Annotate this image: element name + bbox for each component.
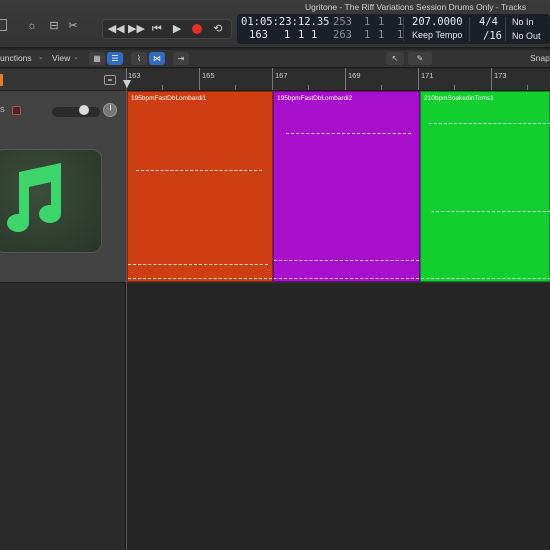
- tracks-toolbar: unctions ⌄ View ⌄ ▦ ☰ ⌇ ⋈ ⇥ ↖ ✎ Snap:: [0, 50, 550, 68]
- midi-notes: [429, 123, 550, 124]
- volume-slider-knob[interactable]: [79, 105, 89, 115]
- lcd-division: /16: [483, 30, 502, 42]
- lcd-bar-bottom: 263: [333, 29, 352, 41]
- cycle-button[interactable]: ⟲: [209, 21, 227, 37]
- go-to-start-button[interactable]: ⏮: [148, 21, 166, 37]
- view-menu[interactable]: View: [52, 53, 70, 63]
- ruler-bar-label: 163: [128, 71, 141, 80]
- midi-notes: [128, 278, 272, 279]
- track-icon[interactable]: [0, 149, 102, 253]
- lcd-midi-out: No Out: [512, 31, 541, 41]
- track-list-header: [0, 69, 126, 91]
- midi-notes: [128, 264, 268, 265]
- pencil-tool-icon[interactable]: ✎: [408, 52, 432, 65]
- lcd-separator: [469, 17, 470, 41]
- lcd-position-bar: 163: [249, 29, 268, 41]
- lcd-tempo: 207.0000: [412, 16, 463, 28]
- solo-button[interactable]: S: [0, 107, 5, 114]
- midi-notes: [274, 278, 419, 279]
- lcd-midi-in: No In: [512, 17, 534, 27]
- lcd-position-tick: 1: [311, 29, 318, 41]
- catch-playhead-icon[interactable]: ⇥: [173, 52, 189, 65]
- functions-menu[interactable]: unctions: [0, 53, 32, 63]
- scissors-icon[interactable]: ✂: [66, 19, 80, 33]
- ruler-tick: [381, 85, 382, 90]
- region-name: 195bpmFastDbLombardi1: [131, 95, 207, 102]
- region[interactable]: 195bpmFastDbLombardi2: [273, 91, 420, 282]
- ruler-tick: [345, 68, 346, 90]
- control-bar: Ugritone - The Riff Variations Session D…: [0, 0, 550, 48]
- midi-notes: [286, 133, 411, 134]
- midi-notes: [431, 211, 550, 212]
- settings-sun-icon[interactable]: ☼: [25, 19, 39, 33]
- midi-notes: [274, 260, 419, 261]
- lcd-tempo-mode: Keep Tempo: [412, 30, 463, 40]
- music-note-icon: [7, 163, 61, 232]
- lcd-position-div: 1: [298, 29, 305, 41]
- ruler-bar-label: 169: [348, 71, 361, 80]
- lcd-beat-bottom: 1: [364, 29, 371, 41]
- track-list-panel: S: [0, 69, 126, 550]
- ruler-tick: [162, 85, 163, 90]
- lcd-separator: [505, 17, 506, 41]
- snap-label[interactable]: Snap:: [530, 53, 550, 63]
- ruler-tick: [199, 68, 200, 90]
- ruler-bar-label: 167: [275, 71, 288, 80]
- lcd-bar-top: 253: [333, 16, 352, 28]
- ruler-tick: [418, 68, 419, 90]
- flex-time-icon[interactable]: ⋈: [149, 52, 165, 65]
- library-icon[interactable]: [0, 19, 7, 31]
- playhead-line: [126, 88, 127, 550]
- lcd-div-top: 1: [378, 16, 385, 28]
- pointer-tool-icon[interactable]: ↖: [386, 52, 404, 65]
- lcd-beat-top: 1: [364, 16, 371, 28]
- midi-notes: [136, 170, 262, 171]
- region-name: 195bpmFastDbLombardi2: [277, 95, 353, 102]
- lcd-time: 01:05:23:12.35: [241, 16, 330, 28]
- lcd-display[interactable]: 01:05:23:12.35 253 1 1 1 163 1 1 1 263 1…: [237, 14, 550, 44]
- ruler-bar-label: 171: [421, 71, 434, 80]
- region[interactable]: 195bpmFastDbLombardi1: [127, 91, 273, 282]
- track-color-strip: [0, 74, 3, 86]
- window-title: Ugritone - The Riff Variations Session D…: [305, 2, 527, 12]
- automation-icon[interactable]: ⌇: [131, 52, 147, 65]
- play-button[interactable]: ▶: [168, 21, 186, 37]
- ruler-bar-label: 173: [494, 71, 507, 80]
- ruler-tick: [491, 68, 492, 90]
- record-button[interactable]: [192, 24, 203, 34]
- ruler-tick: [235, 85, 236, 90]
- bar-ruler[interactable]: 163 165 167 169 171 173: [126, 68, 550, 91]
- region[interactable]: 210bpmSoakedinToms1: [420, 91, 550, 282]
- lcd-signature: 4/4: [479, 16, 498, 28]
- empty-tracks-area[interactable]: [126, 283, 550, 550]
- ruler-tick: [272, 68, 273, 90]
- volume-slider[interactable]: [52, 107, 100, 117]
- fast-forward-button[interactable]: ▶▶: [127, 21, 145, 37]
- ruler-tick: [527, 85, 528, 90]
- lcd-div-bottom: 1: [378, 29, 385, 41]
- transport-controls: ◀◀ ▶▶ ⏮ ▶ ⟲: [102, 19, 232, 39]
- chevron-down-icon: ⌄: [73, 54, 79, 61]
- add-track-icon[interactable]: [104, 75, 116, 85]
- pan-knob[interactable]: [103, 103, 117, 117]
- grid-view-icon[interactable]: ▦: [89, 52, 105, 65]
- track-header[interactable]: S: [0, 91, 126, 283]
- playhead[interactable]: [123, 80, 131, 88]
- rewind-button[interactable]: ◀◀: [107, 21, 125, 37]
- ruler-bar-label: 165: [202, 71, 215, 80]
- lcd-position-beat: 1: [284, 29, 291, 41]
- chevron-down-icon: ⌄: [38, 54, 44, 61]
- region-name: 210bpmSoakedinToms1: [424, 95, 494, 102]
- ruler-tick: [308, 85, 309, 90]
- midi-notes: [421, 278, 550, 279]
- record-enable-button[interactable]: [12, 106, 21, 115]
- lcd-separator: [403, 17, 404, 41]
- list-view-icon[interactable]: ☰: [107, 52, 123, 65]
- ruler-tick: [454, 85, 455, 90]
- tuner-icon[interactable]: ⊟: [47, 19, 61, 33]
